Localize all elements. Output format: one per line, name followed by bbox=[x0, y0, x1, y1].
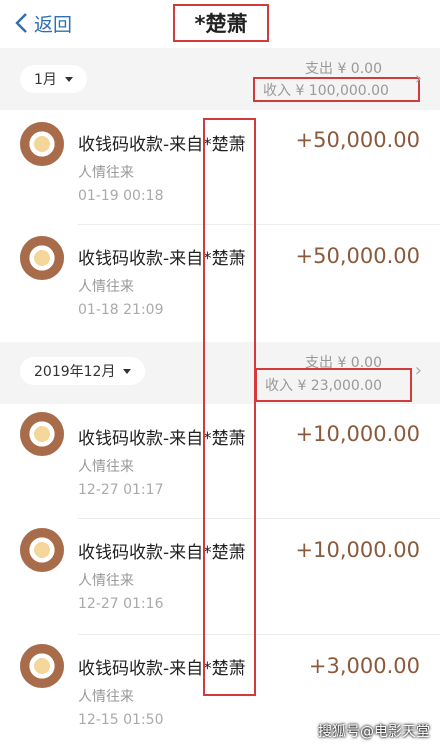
transaction-category: 人情往来 bbox=[78, 573, 134, 589]
transaction-amount: +50,000.00 bbox=[295, 128, 420, 152]
avatar bbox=[20, 644, 64, 688]
nav-header: 返回 *楚萧 bbox=[0, 0, 440, 48]
month-selector[interactable]: 2019年12月 bbox=[20, 357, 146, 385]
income-total: 收入 ¥ 23,000.00 bbox=[255, 368, 412, 402]
back-label: 返回 bbox=[34, 13, 73, 36]
expense-total: 支出 ¥ 0.00 bbox=[305, 61, 382, 77]
transaction-date: 01-19 00:18 bbox=[78, 188, 164, 204]
divider bbox=[78, 224, 440, 225]
back-button[interactable]: 返回 bbox=[14, 8, 72, 38]
transaction-amount: +3,000.00 bbox=[308, 654, 420, 678]
transaction-amount: +10,000.00 bbox=[295, 538, 420, 562]
transaction-date: 12-27 01:17 bbox=[78, 482, 164, 498]
transaction-category: 人情往来 bbox=[78, 459, 134, 475]
transaction-category: 人情往来 bbox=[78, 165, 134, 181]
transaction-date: 01-18 21:09 bbox=[78, 302, 164, 318]
chevron-left-icon bbox=[15, 13, 27, 33]
avatar bbox=[20, 412, 64, 456]
caret-down-icon bbox=[64, 76, 73, 82]
caret-down-icon bbox=[123, 368, 132, 374]
chevron-right-icon[interactable]: › bbox=[415, 360, 422, 381]
avatar bbox=[20, 528, 64, 572]
transaction-amount: +10,000.00 bbox=[295, 422, 420, 446]
divider bbox=[78, 518, 440, 519]
transaction-title: 收钱码收款-来自*楚萧 bbox=[78, 429, 246, 449]
transaction-row[interactable]: 收钱码收款-来自*楚萧 人情往来 01-18 21:09 +50,000.00 bbox=[0, 226, 440, 342]
transaction-title: 收钱码收款-来自*楚萧 bbox=[78, 249, 246, 269]
month-label: 2019年12月 bbox=[34, 364, 116, 380]
transaction-title: 收钱码收款-来自*楚萧 bbox=[78, 135, 246, 155]
month-summary-bar: 1月 支出 ¥ 0.00 收入 ¥ 100,000.00 › bbox=[0, 48, 440, 110]
transaction-category: 人情往来 bbox=[78, 279, 134, 295]
transaction-row[interactable]: 收钱码收款-来自*楚萧 人情往来 12-27 01:16 +10,000.00 bbox=[0, 520, 440, 636]
chevron-right-icon[interactable]: › bbox=[415, 68, 422, 89]
month-summary-bar: 2019年12月 支出 ¥ 0.00 收入 ¥ 23,000.00 › bbox=[0, 342, 440, 404]
income-total: 收入 ¥ 100,000.00 bbox=[253, 77, 420, 102]
avatar bbox=[20, 122, 64, 166]
avatar bbox=[20, 236, 64, 280]
transaction-title: 收钱码收款-来自*楚萧 bbox=[78, 659, 246, 679]
transaction-date: 12-27 01:16 bbox=[78, 596, 164, 612]
divider bbox=[78, 634, 440, 635]
transaction-amount: +50,000.00 bbox=[295, 244, 420, 268]
month-label: 1月 bbox=[34, 72, 57, 88]
transaction-title: 收钱码收款-来自*楚萧 bbox=[78, 543, 246, 563]
transaction-row[interactable]: 收钱码收款-来自*楚萧 人情往来 12-27 01:17 +10,000.00 bbox=[0, 404, 440, 520]
watermark: 搜狐号@电影天堂 bbox=[318, 724, 430, 740]
transaction-row[interactable]: 收钱码收款-来自*楚萧 人情往来 01-19 00:18 +50,000.00 bbox=[0, 110, 440, 226]
transaction-date: 12-15 01:50 bbox=[78, 712, 164, 728]
transaction-category: 人情往来 bbox=[78, 689, 134, 705]
month-selector[interactable]: 1月 bbox=[20, 65, 87, 93]
page-title: *楚萧 bbox=[173, 4, 269, 42]
